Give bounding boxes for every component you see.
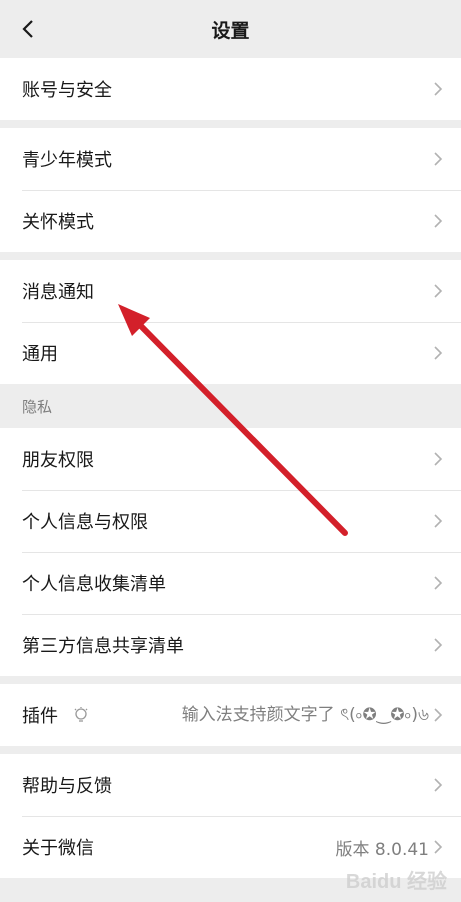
chevron-right-icon — [434, 214, 443, 228]
general-item[interactable]: 通用 — [0, 322, 461, 384]
privacy-group: 朋友权限 个人信息与权限 个人信息收集清单 第三方信息共享清单 — [0, 428, 461, 676]
friend-permissions-label: 朋友权限 — [22, 450, 94, 471]
general-group: 消息通知 通用 — [0, 260, 461, 384]
lightbulb-icon — [74, 707, 88, 722]
chevron-right-icon — [434, 638, 443, 652]
account-security-item[interactable]: 账号与安全 — [0, 58, 461, 120]
about-wechat-label: 关于微信 — [22, 838, 94, 859]
chevron-right-icon — [434, 778, 443, 792]
teen-mode-label: 青少年模式 — [22, 150, 112, 171]
plugins-label: 插件 — [22, 706, 58, 727]
chevron-right-icon — [434, 576, 443, 590]
plugins-item[interactable]: 插件 输入法支持颜文字了 ৎ(৹✪‿✪৹)৬ — [0, 684, 461, 746]
care-mode-label: 关怀模式 — [22, 212, 94, 233]
care-mode-item[interactable]: 关怀模式 — [0, 190, 461, 252]
chevron-right-icon — [434, 152, 443, 166]
chevron-right-icon — [434, 514, 443, 528]
modes-group: 青少年模式 关怀模式 — [0, 128, 461, 252]
plugins-group: 插件 输入法支持颜文字了 ৎ(৹✪‿✪৹)৬ — [0, 684, 461, 746]
help-feedback-item[interactable]: 帮助与反馈 — [0, 754, 461, 816]
chevron-right-icon — [434, 708, 443, 722]
watermark: Baidu 经验 — [345, 871, 447, 893]
top-bar: 设置 — [0, 0, 461, 58]
third-party-sharing-item[interactable]: 第三方信息共享清单 — [0, 614, 461, 676]
personal-info-collection-label: 个人信息收集清单 — [22, 574, 166, 595]
personal-info-permissions-label: 个人信息与权限 — [22, 512, 148, 533]
page-title: 设置 — [211, 19, 250, 42]
chevron-right-icon — [434, 452, 443, 466]
privacy-section-label: 隐私 — [0, 384, 461, 428]
general-label: 通用 — [22, 344, 58, 365]
chevron-right-icon — [434, 82, 443, 96]
notifications-label: 消息通知 — [22, 282, 94, 303]
chevron-right-icon — [434, 284, 443, 298]
teen-mode-item[interactable]: 青少年模式 — [0, 128, 461, 190]
help-feedback-label: 帮助与反馈 — [22, 776, 112, 797]
personal-info-collection-item[interactable]: 个人信息收集清单 — [0, 552, 461, 614]
third-party-sharing-label: 第三方信息共享清单 — [22, 636, 184, 657]
version-value: 版本 8.0.41 — [335, 839, 429, 860]
notifications-item[interactable]: 消息通知 — [0, 260, 461, 322]
about-group: 帮助与反馈 关于微信 版本 8.0.41 — [0, 754, 461, 878]
account-group: 账号与安全 — [0, 58, 461, 120]
chevron-right-icon — [434, 346, 443, 360]
account-security-label: 账号与安全 — [22, 80, 112, 101]
plugins-hint: 输入法支持颜文字了 ৎ(৹✪‿✪৹)৬ — [181, 705, 429, 725]
friend-permissions-item[interactable]: 朋友权限 — [0, 428, 461, 490]
personal-info-permissions-item[interactable]: 个人信息与权限 — [0, 490, 461, 552]
back-arrow-icon[interactable] — [18, 18, 40, 40]
chevron-right-icon — [434, 840, 443, 854]
